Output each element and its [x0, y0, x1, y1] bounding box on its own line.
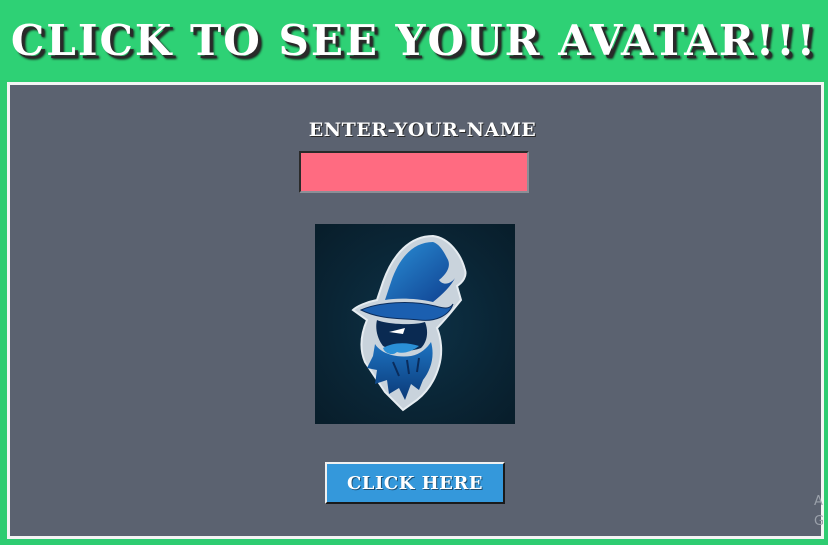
- corner-text-line-1: A: [814, 494, 823, 509]
- name-input[interactable]: [299, 151, 529, 193]
- wizard-mascot-icon: [351, 234, 467, 412]
- header-banner: CLICK TO SEE YOUR AVATAR!!!: [0, 0, 828, 80]
- avatar-panel: ENTER-YOUR-NAME CLICK HERE: [7, 82, 824, 539]
- click-here-button[interactable]: CLICK HERE: [325, 462, 505, 504]
- name-label: ENTER-YOUR-NAME: [308, 119, 537, 141]
- page-title: CLICK TO SEE YOUR AVATAR!!!: [10, 15, 818, 65]
- avatar-image: [315, 224, 515, 424]
- corner-text-line-2: G: [814, 514, 825, 529]
- corner-clipped-text: A G: [814, 492, 828, 532]
